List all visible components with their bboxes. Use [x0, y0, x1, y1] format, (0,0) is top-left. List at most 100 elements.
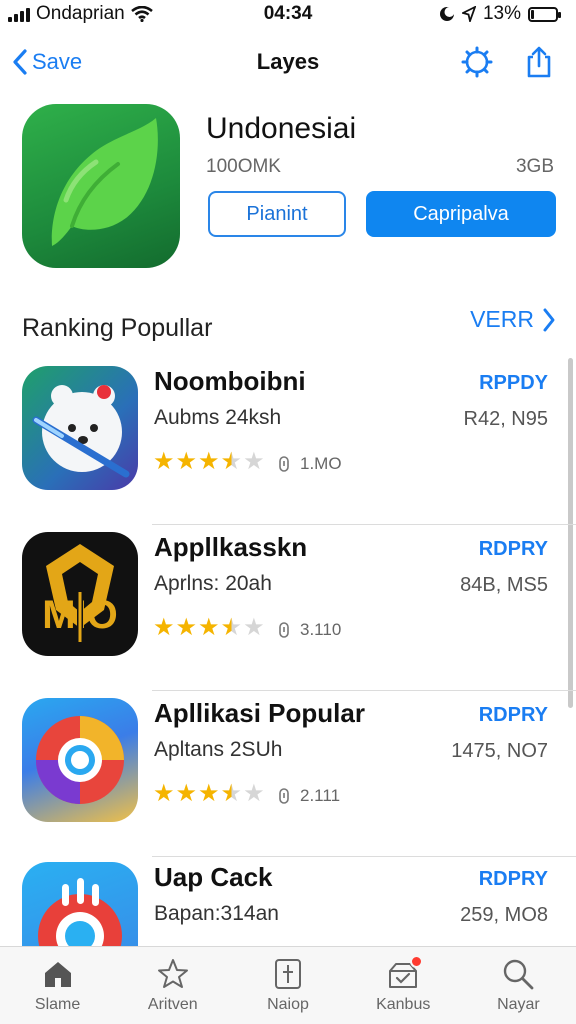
- tab-label: Nayar: [497, 996, 540, 1013]
- gear-icon: [461, 46, 493, 78]
- app-subtitle: Apltans 2SUh: [154, 738, 283, 761]
- settings-button[interactable]: [460, 45, 494, 79]
- star-empty-icon: ★: [243, 448, 265, 475]
- app-meta: 1475, NO7: [451, 740, 548, 762]
- moon-icon: [439, 7, 455, 21]
- battery-level: [531, 9, 535, 19]
- apps-icon: [275, 959, 301, 989]
- divider: [152, 524, 576, 525]
- search-icon: [504, 959, 534, 990]
- star-full-icon: ★: [198, 448, 220, 475]
- signal-icon: [8, 6, 30, 22]
- star-full-icon: ★: [175, 448, 198, 475]
- mascot-icon: [32, 385, 130, 478]
- back-label: Save: [32, 49, 83, 74]
- tab-label: Aritven: [147, 996, 198, 1013]
- review-count-label: 3.110: [300, 620, 342, 639]
- tab-featured[interactable]: Aritven: [115, 947, 230, 1024]
- section-title: Ranking Popullar: [22, 314, 213, 342]
- app-subtitle: Aprlns: 20ah: [154, 572, 272, 595]
- review-count: 2.111: [278, 786, 340, 806]
- status-left: Ondaprian: [8, 3, 153, 25]
- featured-app-name: Undonesiai: [206, 112, 357, 145]
- download-icon: [279, 622, 289, 638]
- battery-icon: [528, 6, 561, 22]
- star-empty-icon: ★: [243, 780, 265, 807]
- featured-app-icon[interactable]: [22, 104, 180, 268]
- status-bar: Ondaprian 04:34 13%: [0, 0, 576, 28]
- app-subtitle: Aubms 24ksh: [154, 406, 282, 429]
- list-item[interactable]: Noomboibni Aubms 24ksh ★ ★ ★ ★ ★ 1.MO RPPDY …: [0, 360, 576, 525]
- app-meta: 84B, MS5: [460, 574, 548, 596]
- home-icon: [44, 962, 71, 987]
- tab-updates[interactable]: Kanbus: [346, 947, 461, 1024]
- star-icon: [157, 959, 188, 988]
- app-name: Noomboibni: [154, 366, 306, 396]
- location-arrow-icon: [461, 6, 476, 22]
- browser-logo-icon: [36, 716, 124, 804]
- app-name: Appllkasskn: [154, 532, 308, 562]
- list-item[interactable]: MIO Appllkasskn Aprlns: 20ah ★★★★★ 3.110…: [0, 526, 576, 691]
- primary-action-button[interactable]: Capripalva: [366, 191, 556, 237]
- app-icon: [22, 366, 138, 490]
- carrier-label: Ondaprian: [36, 3, 125, 24]
- list-item[interactable]: Apllikasi Popular Apltans 2SUh ★ ★ ★ ★ ★ 2.1…: [0, 692, 576, 857]
- tab-apps[interactable]: Naiop: [230, 947, 345, 1024]
- get-button[interactable]: RDPRY: [479, 538, 548, 561]
- wifi-icon: [130, 6, 153, 22]
- shield-logo-icon: MIO: [42, 544, 118, 642]
- featured-app: Undonesiai 100OMK 3GB Pianint Capripalva: [22, 104, 556, 270]
- star-full-icon: ★: [198, 780, 220, 807]
- tab-home[interactable]: Slame: [0, 947, 115, 1024]
- back-button[interactable]: Save: [12, 48, 82, 76]
- star-full-icon: ★: [175, 614, 198, 641]
- nav-bar: Save Layes: [0, 30, 576, 94]
- review-count-label: 2.111: [300, 786, 341, 805]
- tab-search[interactable]: Nayar: [461, 947, 576, 1024]
- get-button[interactable]: RPPDY: [479, 372, 548, 395]
- app-meta: R42, N95: [463, 408, 549, 430]
- review-count: 1.MO: [278, 454, 342, 474]
- tab-label: Slame: [34, 996, 81, 1013]
- get-button[interactable]: RDPRY: [479, 868, 548, 891]
- battery-percent: 13%: [482, 3, 521, 24]
- star-full-icon: ★: [153, 448, 175, 475]
- see-all-label: VERR: [470, 306, 534, 332]
- review-count: 3.110: [278, 620, 341, 640]
- get-button[interactable]: RDPRY: [479, 704, 548, 727]
- app-subtitle: Bapan:314an: [154, 902, 279, 925]
- chevron-right-icon: [543, 308, 555, 331]
- star-half-icon: ★: [220, 448, 243, 475]
- download-icon: [279, 456, 289, 472]
- download-icon: [279, 788, 289, 804]
- chevron-left-icon: [13, 49, 27, 75]
- share-icon: [527, 46, 551, 78]
- rating-stars: ★★★★★: [153, 782, 265, 806]
- app-name: Apllikasi Popular: [154, 698, 365, 728]
- nav-actions: [460, 45, 556, 79]
- tab-label: Naiop: [267, 996, 309, 1013]
- featured-app-size: 3GB: [515, 156, 554, 177]
- rating-stars: ★★★★★: [153, 616, 265, 640]
- star-empty-icon: ★: [243, 614, 265, 641]
- notification-badge: [409, 955, 423, 968]
- see-all-link[interactable]: VERR: [470, 306, 556, 333]
- app-name: Uap Cack: [154, 862, 273, 892]
- leaf-icon: [51, 118, 158, 246]
- star-full-icon: ★: [153, 780, 175, 807]
- divider: [152, 690, 576, 691]
- app-icon: MIO: [22, 532, 138, 656]
- share-button[interactable]: [522, 45, 556, 79]
- featured-app-downloads: 100OMK: [206, 156, 281, 177]
- app-meta: 259, MO8: [460, 904, 548, 926]
- rating-stars: ★★★★★: [153, 450, 265, 474]
- tab-bar: Slame Aritven Naiop Kanbus Nayar: [0, 946, 576, 1024]
- star-full-icon: ★: [153, 614, 175, 641]
- app-icon: [22, 698, 138, 822]
- tab-label: Kanbus: [376, 996, 431, 1013]
- star-full-icon: ★: [198, 614, 220, 641]
- review-count-label: 1.MO: [300, 454, 342, 473]
- star-half-icon: ★: [220, 780, 243, 807]
- secondary-action-button[interactable]: Pianint: [208, 191, 346, 237]
- star-full-icon: ★: [175, 780, 198, 807]
